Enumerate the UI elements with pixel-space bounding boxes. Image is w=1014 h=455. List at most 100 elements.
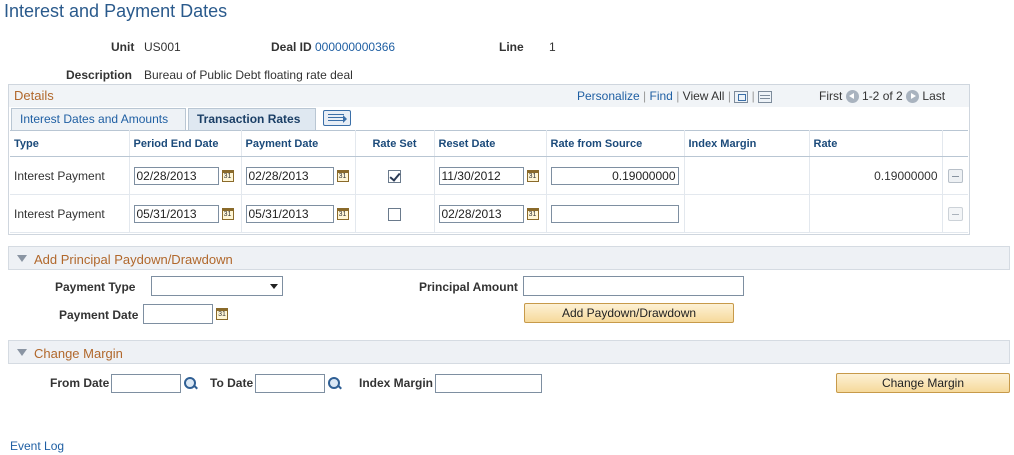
from-date-label: From Date <box>50 376 110 390</box>
payment-date-cell: 05/31/2013 31 <box>241 194 356 233</box>
details-grid: Details Personalize | Find | View All | … <box>8 84 970 235</box>
margin-section-title: Change Margin <box>34 346 123 361</box>
line-value: 1 <box>549 40 556 54</box>
tab-interest-dates[interactable]: Interest Dates and Amounts <box>11 108 186 130</box>
row-type: Interest Payment <box>10 156 130 195</box>
rate-source-cell <box>546 194 685 233</box>
col-rate: Rate <box>809 130 943 157</box>
col-payment-date: Payment Date <box>241 130 356 157</box>
table-row: Interest Payment 05/31/2013 31 05/31/2013… <box>10 194 968 233</box>
line-label: Line <box>499 40 524 54</box>
search-icon[interactable] <box>328 376 342 391</box>
delete-row-icon[interactable] <box>947 168 963 183</box>
search-icon[interactable] <box>184 376 198 391</box>
previous-icon[interactable] <box>845 90 859 104</box>
calendar-icon[interactable]: 31 <box>221 207 234 220</box>
delete-cell <box>942 194 968 233</box>
payment-date-label: Payment Date <box>59 308 139 322</box>
rate-set-checkbox[interactable] <box>388 207 401 221</box>
col-index-margin: Index Margin <box>684 130 810 157</box>
zoom-icon[interactable] <box>734 90 749 103</box>
margin-section-header[interactable]: Change Margin <box>8 340 1010 364</box>
rate-set-cell <box>355 194 435 233</box>
col-period-end-date: Period End Date <box>129 130 242 157</box>
grid-title: Details <box>14 88 54 103</box>
rate-from-source-input[interactable]: 0.19000000 <box>550 166 679 185</box>
collapse-triangle-icon[interactable] <box>17 349 27 356</box>
reset-date-input[interactable]: 11/30/2012 <box>438 166 524 185</box>
collapse-triangle-icon[interactable] <box>17 255 27 262</box>
principal-amount-label: Principal Amount <box>419 280 518 294</box>
rates-table: Type Period End Date Payment Date Rate S… <box>10 130 968 233</box>
download-grid-icon[interactable] <box>758 90 773 103</box>
from-date-input[interactable] <box>111 374 181 393</box>
rate-set-checkbox[interactable] <box>388 169 401 183</box>
period-end-date-input[interactable]: 02/28/2013 <box>133 166 219 185</box>
last-label: Last <box>922 89 946 103</box>
calendar-icon[interactable]: 31 <box>221 169 234 182</box>
col-rate-from-source: Rate from Source <box>546 130 685 157</box>
calendar-icon[interactable]: 31 <box>336 207 349 220</box>
unit-value: US001 <box>144 40 181 54</box>
period-end-cell: 05/31/2013 31 <box>129 194 242 233</box>
payment-date-cell: 02/28/2013 31 <box>241 156 356 195</box>
paydown-section-title: Add Principal Paydown/Drawdown <box>34 252 233 267</box>
principal-amount-input[interactable] <box>523 276 744 296</box>
payment-date-input[interactable]: 05/31/2013 <box>245 204 334 223</box>
payment-date-input[interactable]: 02/28/2013 <box>245 166 334 185</box>
nav-separator: | <box>727 89 731 103</box>
index-margin-label: Index Margin <box>359 376 434 390</box>
description-value: Bureau of Public Debt floating rate deal <box>144 68 353 82</box>
period-end-cell: 02/28/2013 31 <box>129 156 242 195</box>
nav-separator: | <box>643 89 647 103</box>
col-reset-date: Reset Date <box>434 130 547 157</box>
range-label: 1-2 of 2 <box>862 89 903 103</box>
tab-transaction-rates[interactable]: Transaction Rates <box>188 108 316 130</box>
rate-value <box>809 194 943 233</box>
reset-date-input[interactable]: 02/28/2013 <box>438 204 524 223</box>
rate-from-source-input[interactable] <box>550 204 679 223</box>
deal-id-label: Deal ID <box>271 40 312 54</box>
to-date-input[interactable] <box>255 374 325 393</box>
chevron-down-icon <box>270 284 278 289</box>
from-date-field <box>111 374 198 393</box>
description-label: Description <box>66 68 133 82</box>
index-margin-value <box>684 156 810 195</box>
payment-date-field: 31 <box>143 304 228 324</box>
find-link[interactable]: Find <box>650 89 673 103</box>
add-paydown-button[interactable]: Add Paydown/Drawdown <box>524 303 734 323</box>
delete-row-icon[interactable] <box>947 206 963 221</box>
period-end-date-input[interactable]: 05/31/2013 <box>133 204 219 223</box>
table-row: Interest Payment 02/28/2013 31 02/28/2013… <box>10 156 968 195</box>
payment-type-label: Payment Type <box>55 280 136 294</box>
event-log-link[interactable]: Event Log <box>10 439 64 453</box>
payment-type-select[interactable] <box>151 276 283 296</box>
unit-label: Unit <box>111 40 135 54</box>
rate-value: 0.19000000 <box>809 156 943 195</box>
col-type: Type <box>10 130 130 157</box>
nav-separator: | <box>676 89 680 103</box>
change-margin-button[interactable]: Change Margin <box>836 373 1010 393</box>
col-rate-set: Rate Set <box>355 130 435 157</box>
grid-header: Details Personalize | Find | View All | … <box>9 85 969 107</box>
first-label: First <box>819 89 843 103</box>
rate-set-cell <box>355 156 435 195</box>
rate-source-cell: 0.19000000 <box>546 156 685 195</box>
index-margin-value <box>684 194 810 233</box>
show-all-columns-icon[interactable] <box>323 110 351 126</box>
index-margin-input[interactable] <box>435 374 542 393</box>
view-all-link[interactable]: View All <box>683 89 725 103</box>
page-title: Interest and Payment Dates <box>4 1 228 21</box>
calendar-icon[interactable]: 31 <box>336 169 349 182</box>
deal-id-value: 000000000366 <box>315 40 396 54</box>
calendar-icon[interactable]: 31 <box>526 207 539 220</box>
grid-nav: Personalize | Find | View All | | <box>577 89 773 103</box>
personalize-link[interactable]: Personalize <box>577 89 640 103</box>
paydown-section-header[interactable]: Add Principal Paydown/Drawdown <box>8 246 1010 270</box>
payment-date-input[interactable] <box>143 304 213 324</box>
reset-date-cell: 11/30/2012 31 <box>434 156 547 195</box>
calendar-icon[interactable]: 31 <box>526 169 539 182</box>
calendar-icon[interactable]: 31 <box>216 308 228 320</box>
nav-separator: | <box>751 89 755 103</box>
next-icon[interactable] <box>906 90 920 104</box>
